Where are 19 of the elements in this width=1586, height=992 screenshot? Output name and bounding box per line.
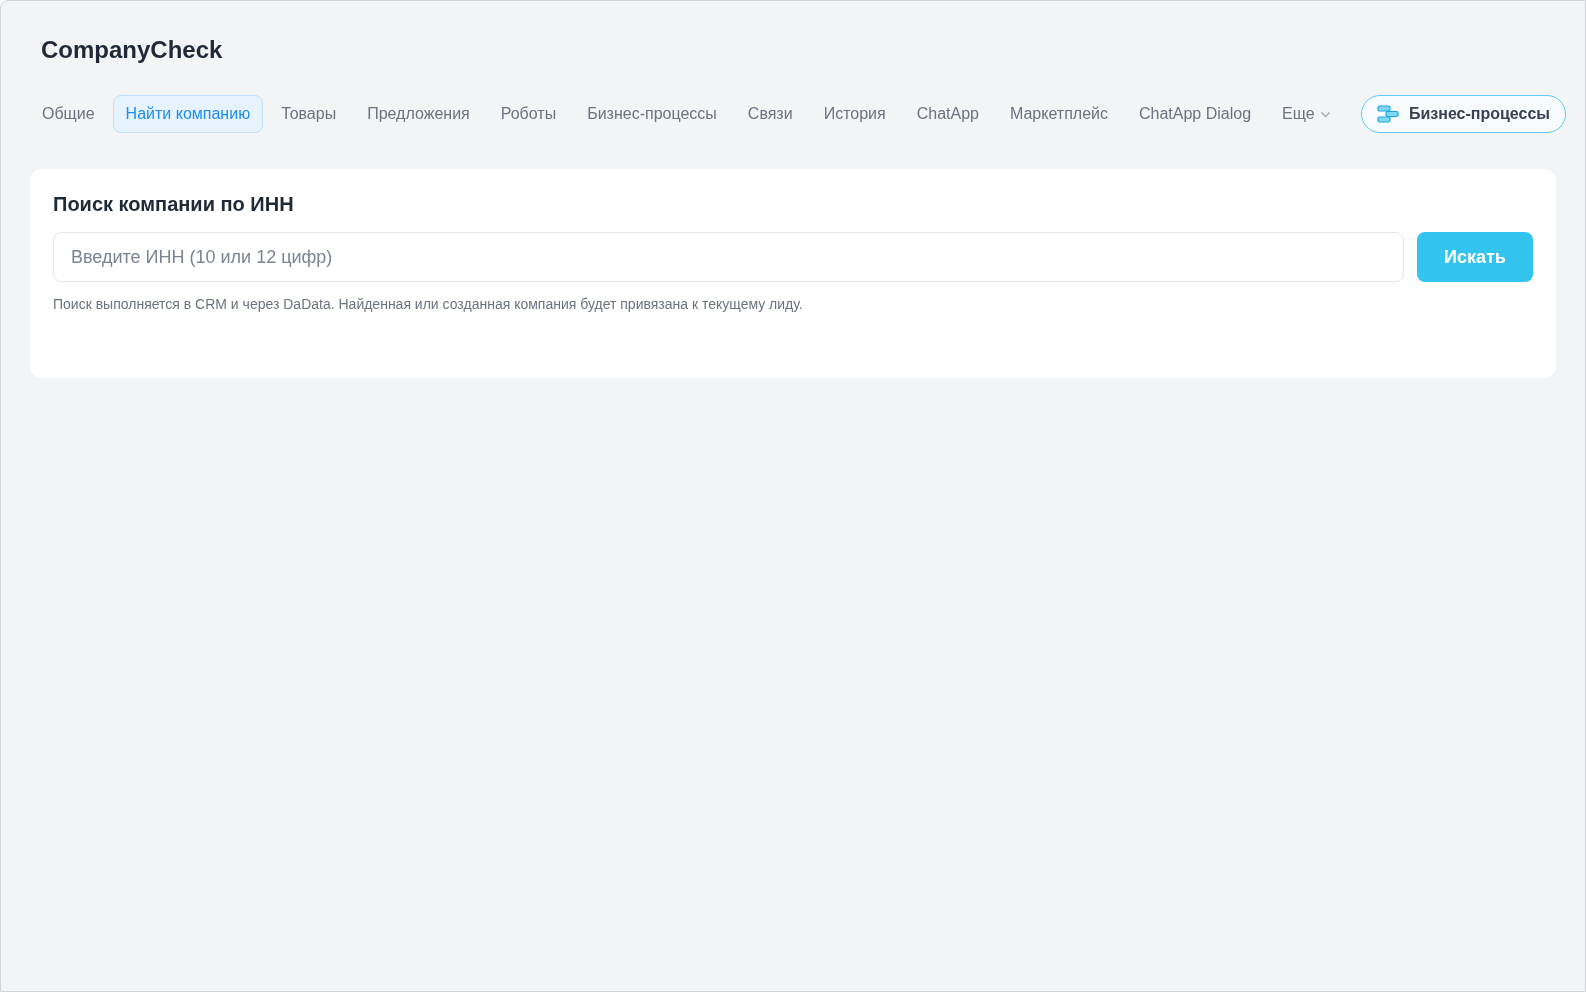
- flow-blocks-icon: [1376, 105, 1399, 123]
- nav-tab[interactable]: История: [810, 95, 899, 133]
- card-title: Поиск компании по ИНН: [53, 192, 294, 217]
- chevron-down-icon: [1320, 112, 1330, 118]
- business-processes-button[interactable]: Бизнес-процессы: [1360, 95, 1566, 133]
- nav-tab[interactable]: ChatApp: [903, 95, 992, 133]
- nav-tab[interactable]: Предложения: [354, 95, 483, 133]
- nav-tab[interactable]: Бизнес-процессы: [574, 95, 730, 133]
- nav-tab[interactable]: Роботы: [487, 95, 570, 133]
- nav-tab[interactable]: ChatApp Dialog: [1125, 95, 1265, 133]
- nav-tab[interactable]: Маркетплейс: [996, 95, 1121, 133]
- more-dropdown-tab[interactable]: Еще: [1269, 95, 1343, 133]
- nav-tab[interactable]: Товары: [268, 95, 350, 133]
- nav-tab[interactable]: Найти компанию: [112, 95, 264, 133]
- search-hint: Поиск выполняется в CRM и через DaData. Найденная или созданная компания будет привязана к текущему лиду.: [53, 295, 803, 314]
- app-title: CompanyCheck: [41, 35, 223, 65]
- inn-input-field[interactable]: Введите ИНН (10 или 12 цифр): [53, 232, 1404, 282]
- nav-tab[interactable]: Общие: [29, 95, 108, 133]
- nav-tab[interactable]: Связи: [734, 95, 806, 133]
